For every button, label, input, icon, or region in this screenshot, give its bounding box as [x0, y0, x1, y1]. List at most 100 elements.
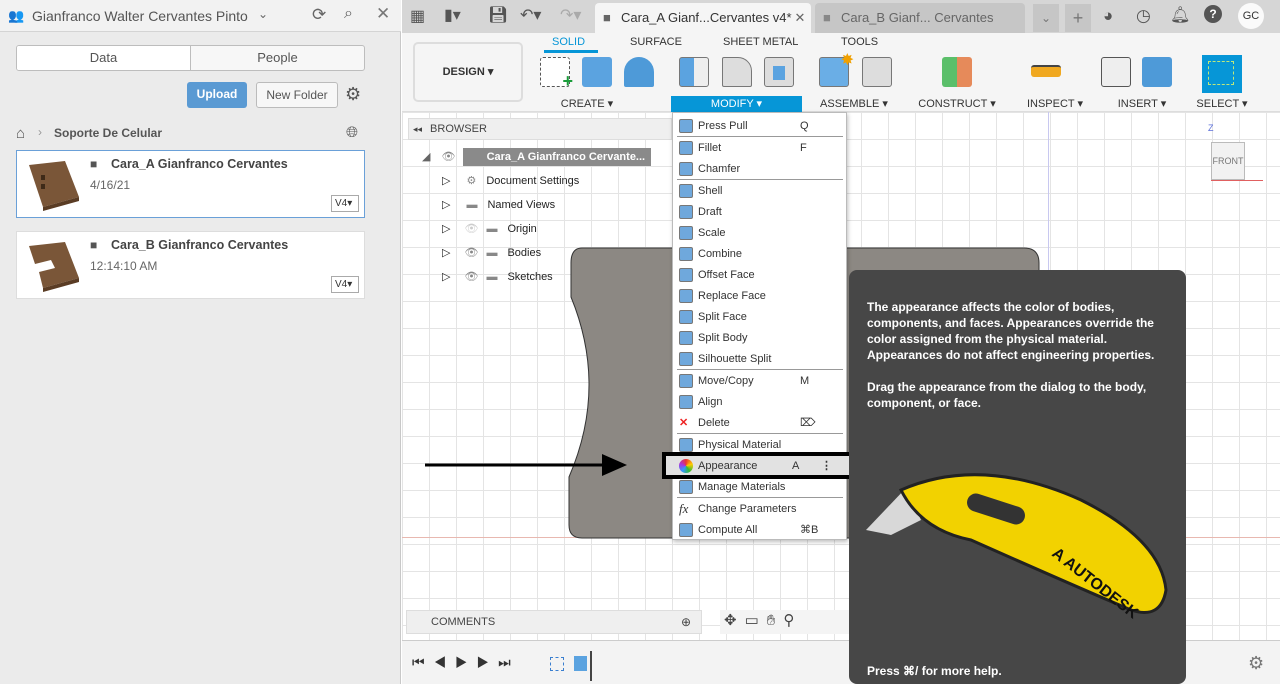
redo-icon[interactable]: ↷▾	[560, 5, 581, 25]
close-tab-icon[interactable]: ✕	[795, 10, 806, 25]
menu-item-draft[interactable]: Draft	[673, 201, 846, 222]
tab-cara-b[interactable]: ■ Cara_B Gianf... Cervantes v4✕	[815, 3, 1025, 55]
save-icon[interactable]: 💾︎	[488, 5, 508, 25]
expand-triangle-icon[interactable]: ▷	[442, 247, 450, 259]
expand-triangle-icon[interactable]: ▷	[442, 223, 450, 235]
breadcrumb[interactable]: Soporte De Celular	[54, 126, 162, 140]
tab-sheet-metal[interactable]: SHEET METAL	[723, 36, 798, 48]
comments-panel[interactable]: COMMENTS ⊕	[406, 610, 702, 634]
help-icon[interactable]: ?	[1204, 5, 1222, 23]
eye-icon[interactable]: 👁︎	[464, 247, 478, 259]
more-options-icon[interactable]: ⋮	[821, 459, 832, 472]
revolve-icon[interactable]	[624, 57, 654, 87]
offset-plane-icon[interactable]	[942, 57, 972, 87]
select-menu[interactable]: SELECT ▾	[1192, 96, 1252, 113]
extrude-icon[interactable]	[582, 57, 612, 87]
press-pull-icon[interactable]	[679, 57, 709, 87]
tab-solid[interactable]: SOLID	[552, 36, 585, 48]
browser-item-named-views[interactable]: ▷ ▬ Named Views	[442, 194, 555, 216]
file-menu-icon[interactable]: ▮▾	[444, 5, 461, 25]
go-to-end-icon[interactable]: ⏭	[498, 654, 520, 670]
version-select[interactable]: V4▾	[331, 195, 359, 212]
version-select[interactable]: V4▾	[331, 276, 359, 293]
tab-tools[interactable]: TOOLS	[841, 36, 878, 48]
step-forward-icon[interactable]: ▶	[477, 654, 499, 670]
assemble-menu[interactable]: ASSEMBLE ▾	[814, 96, 894, 113]
menu-item-physical-material[interactable]: Physical Material	[673, 434, 846, 455]
expand-triangle-icon[interactable]: ▷	[442, 199, 450, 211]
menu-item-appearance[interactable]: Appearance A ⋮	[662, 452, 855, 479]
timeline-marker[interactable]	[590, 651, 592, 681]
eye-icon[interactable]: 👁︎	[464, 271, 478, 283]
select-icon[interactable]	[1202, 55, 1242, 93]
browser-item-sketches[interactable]: ▷ 👁︎ ▬ Sketches	[442, 266, 553, 288]
chevron-down-icon[interactable]: ⌄	[258, 7, 268, 21]
tab-cara-a[interactable]: ■ Cara_A Gianf...Cervantes v4* ✕	[595, 3, 811, 33]
add-comment-icon[interactable]: ⊕	[681, 611, 691, 633]
refresh-icon[interactable]: ⟳	[312, 5, 326, 25]
gear-icon[interactable]: ⚙	[345, 84, 361, 105]
menu-item-split-face[interactable]: Split Face	[673, 306, 846, 327]
browser-panel-header[interactable]: ◂◂ BROWSER	[408, 118, 672, 140]
menu-item-silhouette-split[interactable]: Silhouette Split	[673, 348, 846, 369]
user-name[interactable]: Gianfranco Walter Cervantes Pinto	[32, 8, 248, 24]
grid-menu-icon[interactable]: ▦	[410, 6, 425, 26]
browser-item-bodies[interactable]: ▷ 👁︎ ▬ Bodies	[442, 242, 541, 264]
upload-button[interactable]: Upload	[187, 82, 247, 108]
create-menu[interactable]: CREATE ▾	[552, 96, 622, 113]
menu-item-manage-materials[interactable]: Manage Materials	[673, 476, 846, 497]
inspect-menu[interactable]: INSPECT ▾	[1015, 96, 1095, 113]
menu-item-offset-face[interactable]: Offset Face	[673, 264, 846, 285]
new-component-icon[interactable]: ✸	[819, 52, 854, 87]
create-sketch-icon[interactable]: +	[540, 57, 573, 91]
menu-item-fillet[interactable]: Fillet F	[673, 137, 846, 158]
step-back-icon[interactable]: ◀	[434, 654, 456, 670]
insert-derive-icon[interactable]	[1101, 57, 1131, 87]
undo-icon[interactable]: ↶▾	[520, 5, 541, 25]
play-icon[interactable]: ▶	[455, 654, 477, 670]
insert-menu[interactable]: INSERT ▾	[1102, 96, 1182, 113]
timeline-extrude-icon[interactable]	[574, 656, 587, 671]
close-icon[interactable]: ✕	[376, 4, 390, 24]
browser-item-document-settings[interactable]: ▷ ⚙ Document Settings	[442, 170, 579, 192]
pan-icon[interactable]: ✋︎	[767, 612, 784, 629]
zoom-icon[interactable]: ⚲	[783, 612, 802, 629]
menu-item-replace-face[interactable]: Replace Face	[673, 285, 846, 306]
new-folder-button[interactable]: New Folder	[256, 82, 338, 108]
measure-icon[interactable]	[1031, 65, 1061, 77]
menu-item-move-copy[interactable]: Move/Copy M	[673, 370, 846, 391]
eye-icon[interactable]: 👁︎	[464, 223, 478, 235]
timeline-settings-icon[interactable]: ⚙	[1248, 653, 1264, 674]
menu-item-split-body[interactable]: Split Body	[673, 327, 846, 348]
workspace-switcher[interactable]: DESIGN ▾	[413, 42, 523, 102]
joint-icon[interactable]	[862, 57, 892, 87]
browser-item-origin[interactable]: ▷ 👁︎ ▬ Origin	[442, 218, 537, 240]
menu-item-align[interactable]: Align	[673, 391, 846, 412]
construct-menu[interactable]: CONSTRUCT ▾	[912, 96, 1002, 113]
menu-item-scale[interactable]: Scale	[673, 222, 846, 243]
globe-icon[interactable]: 🌐︎	[346, 124, 358, 141]
menu-item-press-pull[interactable]: Press Pull Q	[673, 115, 846, 136]
expand-triangle-icon[interactable]: ▷	[442, 175, 450, 187]
modify-menu[interactable]: MODIFY ▾	[671, 96, 802, 113]
menu-item-combine[interactable]: Combine	[673, 243, 846, 264]
avatar[interactable]: GC	[1238, 3, 1264, 29]
shell-icon[interactable]	[764, 57, 794, 87]
fillet-icon[interactable]	[722, 57, 752, 87]
viewcube-front-face[interactable]: FRONT	[1211, 142, 1245, 180]
clock-icon[interactable]: ◷	[1136, 6, 1151, 26]
viewcube[interactable]: FRONT Z	[1205, 123, 1265, 186]
home-icon[interactable]: ⌂	[16, 125, 25, 142]
menu-item-shell[interactable]: Shell	[673, 180, 846, 201]
menu-item-change-parameters[interactable]: fx Change Parameters	[673, 498, 846, 519]
menu-item-compute-all[interactable]: Compute All ⌘B	[673, 519, 846, 540]
menu-item-chamfer[interactable]: Chamfer	[673, 158, 846, 179]
notifications-icon[interactable]: 🔔︎	[1170, 5, 1190, 25]
insert-canvas-icon[interactable]	[1142, 57, 1172, 87]
tab-overflow-button[interactable]: ⌄	[1033, 4, 1059, 32]
tab-data[interactable]: Data	[17, 46, 191, 70]
browser-root[interactable]: ◢ 👁︎ Cara_A Gianfranco Cervante...	[422, 146, 672, 168]
new-tab-button[interactable]: +	[1065, 4, 1091, 32]
timeline-sketch-icon[interactable]	[550, 657, 564, 671]
file-card[interactable]: ■ Cara_B Gianfranco Cervantes 12:14:10 A…	[16, 231, 365, 299]
